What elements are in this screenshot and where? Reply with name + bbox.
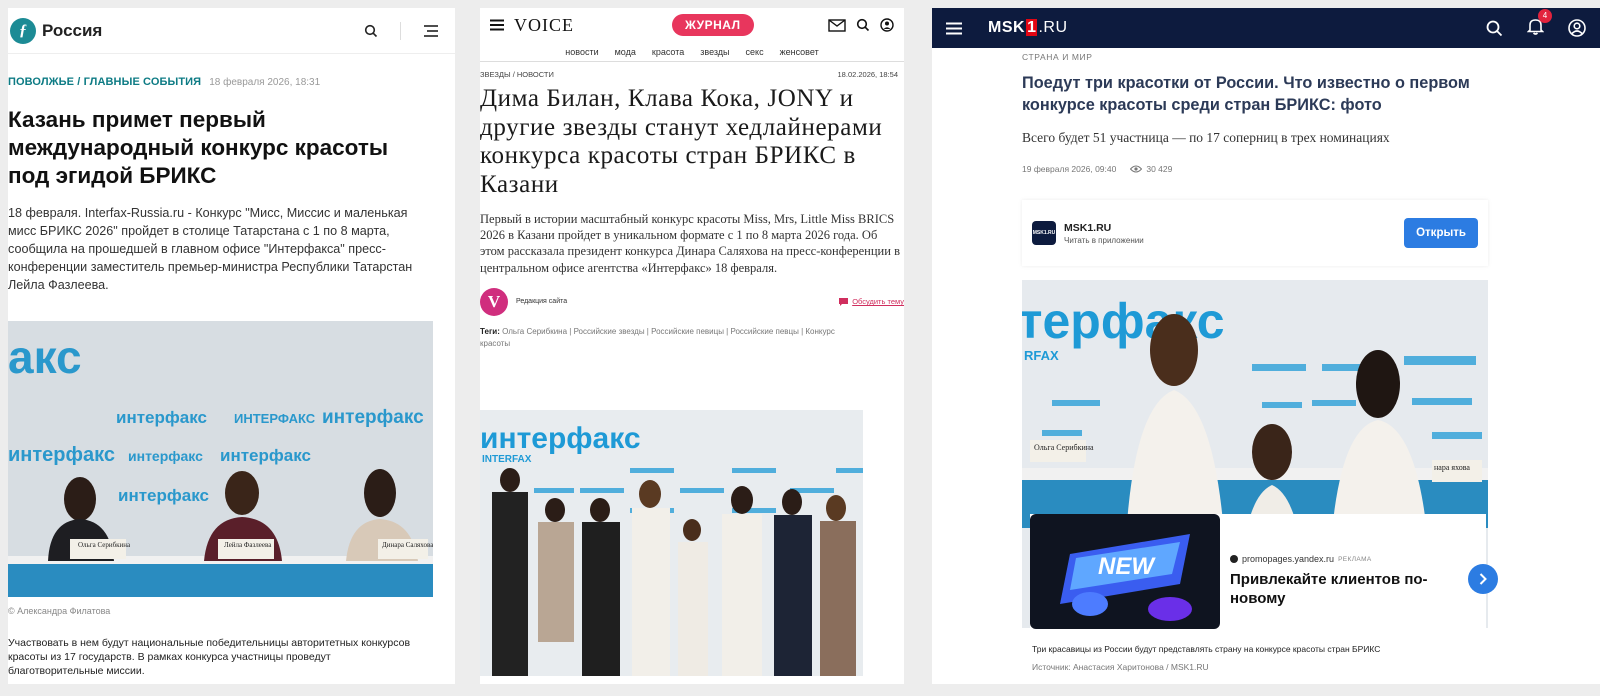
tags-label: Теги: (480, 326, 500, 336)
author-name[interactable]: Редакция сайта (516, 298, 567, 305)
article-lead: 18 февраля. Interfax-Russia.ru - Конкурс… (8, 206, 413, 292)
notifications-button[interactable]: 4 (1526, 8, 1552, 40)
site-header: ƒ Россия (8, 8, 455, 54)
discuss-link[interactable]: Обсудить тему (839, 297, 904, 306)
app-subtitle: Читать в приложении (1064, 235, 1144, 245)
article-lead: Первый в истории масштабный конкурс крас… (480, 212, 900, 275)
article-title: Поедут три красотки от России. Что извес… (1022, 74, 1470, 114)
mail-icon[interactable] (828, 18, 846, 32)
press-conference-photo: акс интерфакс ИНТЕРФАКС интерфакс интерф… (8, 321, 433, 597)
photo-caption: Три красавицы из России будут представля… (1032, 644, 1381, 654)
tags-list[interactable]: Ольга Серибкина | Российские звезды | Ро… (480, 327, 835, 348)
nav-item[interactable]: женсовет (780, 47, 819, 57)
nav-item[interactable]: красота (652, 47, 684, 57)
search-icon[interactable] (364, 24, 378, 38)
author-row: V Редакция сайта Обсудить тему (480, 287, 904, 316)
svg-text:интерфакс: интерфакс (220, 446, 311, 465)
article-body: Участвовать в нем будут национальные поб… (8, 637, 411, 677)
yandex-icon (1230, 555, 1238, 563)
nav-item[interactable]: новости (565, 47, 598, 57)
app-banner: MSK1.RU MSK1.RU Читать в приложении Откр… (1022, 200, 1488, 266)
svg-text:интерфакс: интерфакс (128, 448, 203, 464)
ad-label: РЕКЛАМА (1338, 555, 1372, 563)
app-icon: MSK1.RU (1032, 221, 1056, 245)
chevron-right-icon (1479, 573, 1487, 585)
article-panel-msk1: MSK 1 .RU 4 СТРАНА И МИР Поедут три красот… (932, 8, 1600, 684)
svg-text:INTERFAX: INTERFAX (482, 454, 532, 465)
app-name: MSK1.RU (1064, 221, 1112, 234)
article-category[interactable]: СТРАНА И МИР (1022, 52, 1492, 62)
eye-icon (1130, 165, 1143, 173)
site-header: VOICE ЖУРНАЛ (480, 8, 904, 42)
ad-next-button[interactable] (1468, 564, 1498, 594)
svg-text:Ольга Серибкина: Ольга Серибкина (1034, 443, 1094, 452)
user-icon[interactable] (880, 18, 894, 32)
nav-item[interactable]: звезды (700, 47, 729, 57)
tags-line: Теги: Ольга Серибкина | Российские звезд… (480, 326, 840, 350)
open-app-button[interactable]: Открыть (1404, 218, 1478, 248)
ad-image: NEW (1030, 514, 1220, 629)
article-panel-russia: ƒ Россия ПОВОЛЖЬЕ / ГЛАВНЫЕ СОБЫТИЯ 18 ф… (8, 8, 455, 684)
article-panel-voice: VOICE ЖУРНАЛ новости мода красота звезды… (480, 8, 904, 684)
svg-text:нара яхова: нара яхова (1434, 463, 1470, 472)
svg-text:ИНТЕРФАКС: ИНТЕРФАКС (234, 411, 316, 426)
journal-button[interactable]: ЖУРНАЛ (672, 14, 754, 36)
article-date: 19 февраля 2026, 09:40 (1022, 164, 1117, 174)
site-brand[interactable]: Россия (42, 21, 102, 41)
article-category[interactable]: ПОВОЛЖЬЕ / ГЛАВНЫЕ СОБЫТИЯ (8, 76, 201, 88)
notification-badge: 4 (1538, 8, 1552, 23)
photo-logo: акс (8, 331, 82, 383)
header-divider (400, 21, 401, 40)
ad-new-badge: NEW (1098, 553, 1156, 580)
photo-source: Источник: Анастасия Харитонова / MSK1.RU (1032, 662, 1209, 672)
svg-text:интерфакс: интерфакс (116, 408, 207, 427)
svg-text:RFAX: RFAX (1024, 348, 1059, 363)
nav-item[interactable]: секс (746, 47, 764, 57)
article-title: Дима Билан, Клава Кока, JONY и другие зв… (480, 85, 883, 198)
svg-text:интерфакс: интерфакс (8, 444, 115, 466)
profile-icon[interactable] (1568, 19, 1586, 37)
group-photo: интерфакс INTERFAX (480, 410, 863, 676)
views-count: 30 429 (1146, 164, 1173, 174)
svg-text:интерфакс: интерфакс (322, 407, 424, 428)
site-logo[interactable]: MSK 1 .RU (988, 19, 1068, 37)
nav-item[interactable]: мода (615, 47, 636, 57)
article-date: 18.02.2026, 18:54 (837, 70, 898, 79)
photo-logo: интерфакс (480, 422, 641, 455)
article-date: 18 февраля 2026, 18:31 (209, 77, 321, 88)
ad-source: promopages.yandex.ru РЕКЛАМА (1230, 554, 1372, 564)
svg-text:интерфакс: интерфакс (118, 486, 209, 505)
ad-banner[interactable]: NEW promopages.yandex.ru РЕКЛАМА Привлек… (1030, 514, 1498, 629)
comment-icon (839, 297, 849, 306)
photo-credit: © Александра Филатова (8, 606, 111, 616)
article-lead: Всего будет 51 участница — по 17 соперни… (1022, 130, 1390, 145)
top-nav: новости мода красота звезды секс женсове… (480, 42, 904, 62)
search-icon[interactable] (1486, 20, 1503, 37)
author-avatar[interactable]: V (480, 287, 508, 316)
article-title: Казань примет первый международный конку… (8, 107, 389, 188)
site-logo[interactable]: VOICE (514, 15, 574, 36)
ad-title[interactable]: Привлекайте клиентов по-новому (1230, 570, 1460, 608)
search-icon[interactable] (856, 18, 870, 32)
svg-text:Лейла Фазлеева: Лейла Фазлеева (224, 541, 272, 549)
hamburger-icon[interactable] (946, 22, 962, 35)
hamburger-icon[interactable] (490, 19, 504, 31)
menu-icon[interactable] (423, 24, 439, 38)
article-category[interactable]: ЗВЕЗДЫ / НОВОСТИ (480, 70, 554, 79)
svg-text:Ольга Серибкина: Ольга Серибкина (78, 541, 131, 549)
site-header: MSK 1 .RU 4 (932, 8, 1600, 48)
site-logo[interactable]: ƒ (10, 17, 36, 44)
svg-text:Динара Саляхова: Динара Саляхова (382, 541, 433, 549)
